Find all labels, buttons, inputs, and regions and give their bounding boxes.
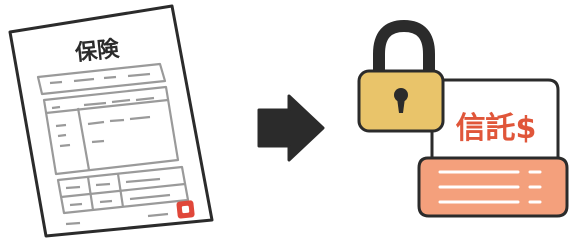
- illustration: 保険 信託$: [0, 0, 576, 241]
- padlock-icon: [357, 19, 445, 133]
- insurance-title: 保険: [73, 37, 121, 67]
- trust-label: 信託$: [456, 111, 537, 146]
- insurance-document-icon: 保険: [8, 4, 214, 238]
- seal-stamp-icon: [176, 200, 195, 219]
- illustration-canvas: 保険 信託$: [8, 4, 569, 238]
- arrow-right-icon: [257, 94, 325, 162]
